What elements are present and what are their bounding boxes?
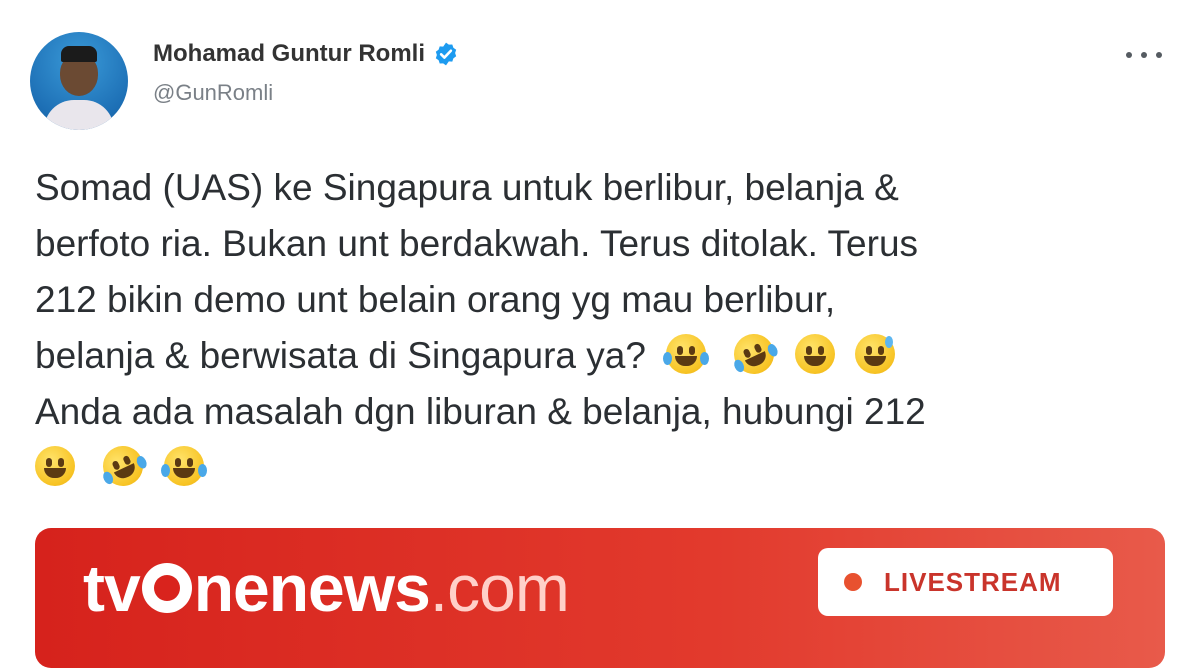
tweet-line: Somad (UAS) ke Singapura untuk berlibur,… — [35, 167, 899, 208]
tweet-line-with-emoji: belanja & berwisata di Singapura ya? — [35, 327, 1165, 384]
tvonenews-banner[interactable]: tv ne news .com LIVESTREAM — [35, 528, 1165, 668]
tweet-text: Somad (UAS) ke Singapura untuk berlibur,… — [35, 160, 1165, 496]
joy-emoji-icon — [160, 446, 207, 486]
rofl-emoji-icon — [96, 439, 150, 493]
author-name[interactable]: Mohamad Guntur Romli — [153, 40, 425, 68]
author-handle[interactable]: @GunRomli — [153, 80, 273, 106]
tweet-emoji-line — [35, 439, 1165, 496]
joy-emoji-icon — [663, 334, 710, 374]
logo-com: .com — [429, 551, 570, 625]
livestream-button[interactable]: LIVESTREAM — [818, 548, 1113, 616]
logo-tv: tv — [83, 551, 141, 625]
verified-badge-icon — [435, 42, 457, 66]
tweet-line: berfoto ria. Bukan unt berdakwah. Terus … — [35, 223, 919, 264]
tvonenews-logo[interactable]: tv ne news .com — [83, 550, 570, 626]
smiley-emoji-icon — [794, 334, 835, 374]
logo-ne: ne — [193, 551, 270, 625]
more-icon[interactable] — [1126, 44, 1162, 66]
author-avatar[interactable] — [30, 32, 128, 130]
tweet-line: 212 bikin demo unt belain orang yg mau b… — [35, 279, 836, 320]
sweat-smile-emoji-icon — [855, 334, 896, 374]
logo-news: news — [268, 551, 431, 625]
logo-o-icon — [141, 563, 192, 613]
author-name-row[interactable]: Mohamad Guntur Romli — [153, 40, 459, 68]
tweet-line: Anda ada masalah dgn liburan & belanja, … — [35, 391, 926, 432]
record-dot-icon — [844, 573, 862, 591]
smiley-emoji-icon — [35, 446, 75, 486]
tweet-line-text: belanja & berwisata di Singapura ya? — [35, 335, 646, 376]
livestream-label: LIVESTREAM — [884, 566, 1062, 597]
rofl-emoji-icon — [727, 327, 782, 381]
